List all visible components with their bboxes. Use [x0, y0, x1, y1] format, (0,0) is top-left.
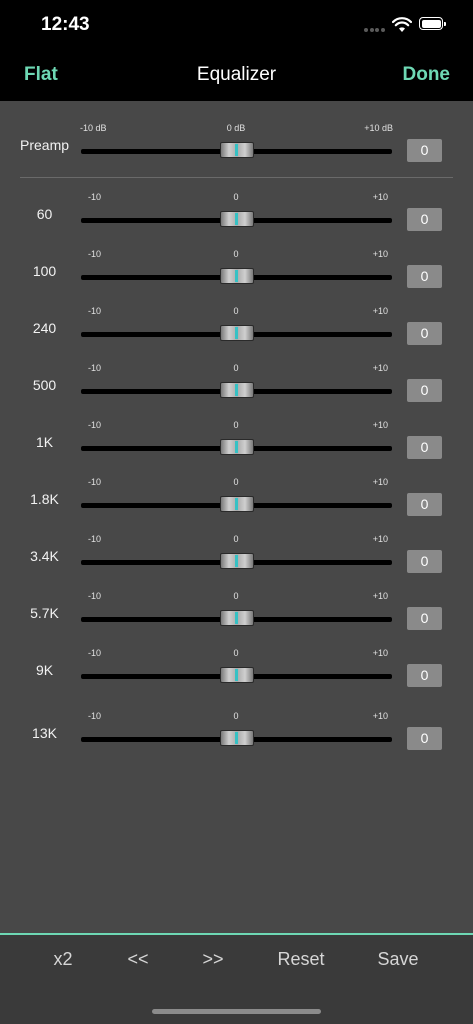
band-slider-thumb[interactable] — [219, 496, 254, 512]
band-min-label: -10 — [88, 420, 102, 430]
band-row: 100 -10 0 +10 0 — [0, 235, 473, 295]
band-row: 3.4K -10 0 +10 0 — [0, 520, 473, 580]
preamp-label: Preamp — [20, 137, 70, 153]
band-row: 13K -10 0 +10 0 — [0, 697, 473, 757]
band-mid-label: 0 — [233, 420, 239, 430]
preamp-max-label: +10 dB — [364, 123, 393, 133]
band-mid-label: 0 — [233, 249, 239, 259]
save-button[interactable]: Save — [377, 949, 418, 970]
band-max-label: +10 — [372, 363, 388, 373]
band-max-label: +10 — [372, 249, 388, 259]
band-row: 1K -10 0 +10 0 — [0, 406, 473, 466]
preamp-row: Preamp -10 dB 0 dB +10 dB 0 — [0, 109, 473, 169]
band-value[interactable]: 0 — [407, 664, 442, 687]
band-mid-label: 0 — [233, 591, 239, 601]
previous-preset-button[interactable]: << — [127, 949, 148, 970]
band-value[interactable]: 0 — [407, 493, 442, 516]
band-label: 240 — [32, 320, 57, 336]
band-slider-thumb[interactable] — [219, 553, 254, 569]
band-value[interactable]: 0 — [407, 208, 442, 231]
band-slider-thumb[interactable] — [219, 667, 254, 683]
preamp-slider-thumb[interactable] — [219, 142, 254, 158]
band-label: 60 — [36, 206, 53, 222]
band-min-label: -10 — [88, 249, 102, 259]
band-min-label: -10 — [88, 648, 102, 658]
band-label: 3.4K — [30, 548, 59, 564]
band-row: 60 -10 0 +10 0 — [0, 178, 473, 238]
band-value[interactable]: 0 — [407, 607, 442, 630]
band-max-label: +10 — [372, 192, 388, 202]
band-mid-label: 0 — [233, 711, 239, 721]
band-value[interactable]: 0 — [407, 436, 442, 459]
band-min-label: -10 — [88, 363, 102, 373]
band-min-label: -10 — [88, 192, 102, 202]
band-label: 500 — [32, 377, 57, 393]
band-mid-label: 0 — [233, 363, 239, 373]
band-max-label: +10 — [372, 591, 388, 601]
preamp-value[interactable]: 0 — [407, 139, 442, 162]
band-min-label: -10 — [88, 711, 102, 721]
band-label: 9K — [35, 662, 54, 678]
status-bar: 12:43 — [0, 0, 473, 50]
band-slider-thumb[interactable] — [219, 610, 254, 626]
band-mid-label: 0 — [233, 534, 239, 544]
band-max-label: +10 — [372, 306, 388, 316]
band-slider-thumb[interactable] — [219, 325, 254, 341]
band-min-label: -10 — [88, 477, 102, 487]
done-button[interactable]: Done — [403, 64, 451, 86]
equalizer-panel: Preamp -10 dB 0 dB +10 dB 0 60 -10 0 +10 0 10… — [0, 101, 473, 933]
reset-button[interactable]: Reset — [277, 949, 324, 970]
band-slider-thumb[interactable] — [219, 268, 254, 284]
band-row: 1.8K -10 0 +10 0 — [0, 463, 473, 523]
status-time: 12:43 — [41, 14, 90, 35]
home-indicator — [152, 1009, 321, 1014]
band-mid-label: 0 — [233, 477, 239, 487]
band-slider-thumb[interactable] — [219, 439, 254, 455]
band-min-label: -10 — [88, 534, 102, 544]
band-max-label: +10 — [372, 711, 388, 721]
band-value[interactable]: 0 — [407, 265, 442, 288]
band-value[interactable]: 0 — [407, 379, 442, 402]
band-label: 5.7K — [30, 605, 59, 621]
band-label: 1K — [35, 434, 54, 450]
band-mid-label: 0 — [233, 648, 239, 658]
cellular-signal-icon — [364, 28, 386, 34]
navigation-bar: Flat Equalizer Done — [0, 50, 473, 101]
wifi-icon — [392, 17, 412, 32]
band-value[interactable]: 0 — [407, 550, 442, 573]
band-row: 240 -10 0 +10 0 — [0, 292, 473, 352]
band-max-label: +10 — [372, 420, 388, 430]
band-label: 13K — [32, 725, 57, 741]
band-value[interactable]: 0 — [407, 727, 442, 750]
band-max-label: +10 — [372, 477, 388, 487]
band-value[interactable]: 0 — [407, 322, 442, 345]
band-row: 500 -10 0 +10 0 — [0, 349, 473, 409]
battery-icon — [419, 17, 446, 30]
next-preset-button[interactable]: >> — [202, 949, 223, 970]
band-min-label: -10 — [88, 306, 102, 316]
band-min-label: -10 — [88, 591, 102, 601]
band-label: 1.8K — [30, 491, 59, 507]
band-row: 5.7K -10 0 +10 0 — [0, 577, 473, 637]
band-mid-label: 0 — [233, 306, 239, 316]
band-label: 100 — [32, 263, 57, 279]
band-slider-thumb[interactable] — [219, 211, 254, 227]
band-max-label: +10 — [372, 534, 388, 544]
x2-button[interactable]: x2 — [53, 949, 72, 970]
band-max-label: +10 — [372, 648, 388, 658]
band-row: 9K -10 0 +10 0 — [0, 634, 473, 694]
band-mid-label: 0 — [233, 192, 239, 202]
band-slider-thumb[interactable] — [219, 730, 254, 746]
preamp-min-label: -10 dB — [80, 123, 107, 133]
band-slider-thumb[interactable] — [219, 382, 254, 398]
preamp-mid-label: 0 dB — [226, 123, 246, 133]
